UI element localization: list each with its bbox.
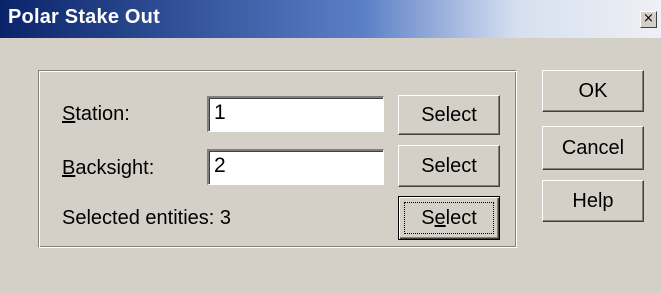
backsight-label-accel: B <box>62 157 76 179</box>
station-label-rest: tation: <box>75 103 130 125</box>
close-icon[interactable]: × <box>640 11 657 28</box>
backsight-select-button[interactable]: Select <box>398 145 500 187</box>
title-bar[interactable]: Polar Stake Out × <box>0 0 661 38</box>
ok-button[interactable]: OK <box>542 70 644 112</box>
polar-stake-out-dialog: Polar Stake Out × Station: 1 Select Back… <box>0 0 661 293</box>
window-title: Polar Stake Out <box>8 6 160 28</box>
station-select-button[interactable]: Select <box>398 95 500 135</box>
station-label: Station: <box>62 103 130 126</box>
backsight-label: Backsight: <box>62 157 154 180</box>
station-label-accel: S <box>62 103 76 125</box>
backsight-label-rest: acksight: <box>75 157 155 179</box>
selected-entities-label: Selected entities: 3 <box>62 207 231 229</box>
help-button[interactable]: Help <box>542 180 644 222</box>
entities-select-button[interactable]: Select <box>398 196 500 240</box>
cancel-button[interactable]: Cancel <box>542 126 644 170</box>
station-input[interactable]: 1 <box>207 96 384 132</box>
backsight-input[interactable]: 2 <box>207 149 384 185</box>
focus-rect <box>404 202 494 234</box>
